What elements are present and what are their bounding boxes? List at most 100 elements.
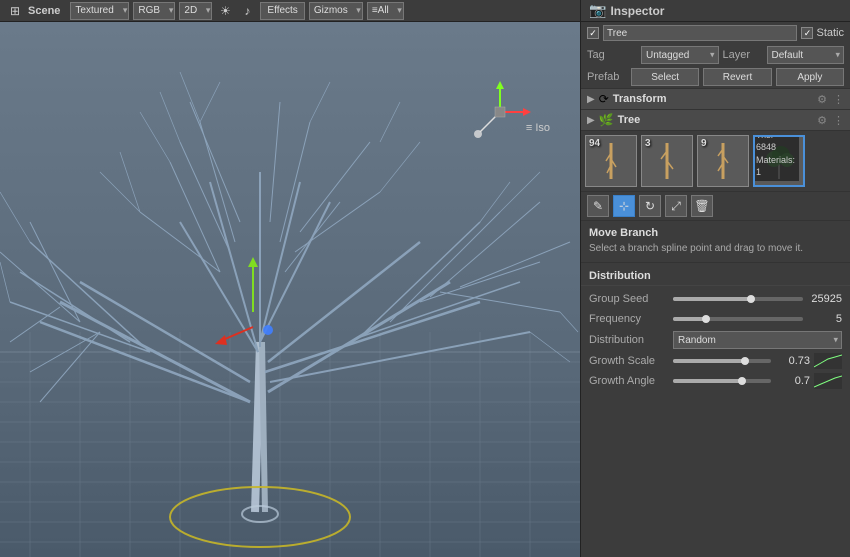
tree-settings-icon[interactable]: ⚙ xyxy=(817,114,827,127)
thumbnail-4[interactable]: Verts: 4903 Tris: 6848 Materials: 1 xyxy=(753,135,805,187)
shading-select-wrap[interactable]: Textured xyxy=(70,2,129,20)
growth-scale-slider[interactable] xyxy=(673,359,771,363)
growth-angle-label: Growth Angle xyxy=(589,375,669,387)
audio-icon[interactable]: ♪ xyxy=(238,2,256,20)
group-seed-slider-wrap: 25925 xyxy=(673,293,842,305)
static-checkbox[interactable] xyxy=(801,27,813,39)
transform-more-icon[interactable]: ⋮ xyxy=(833,93,844,106)
transform-title: Transform xyxy=(613,93,667,105)
group-seed-label: Group Seed xyxy=(589,293,669,305)
transform-settings-icon[interactable]: ⚙ xyxy=(817,93,827,106)
select-button[interactable]: Select xyxy=(631,68,699,86)
tree-more-icon[interactable]: ⋮ xyxy=(833,114,844,127)
group-seed-row: Group Seed 25925 xyxy=(581,289,850,309)
distribution-section: Distribution Group Seed 25925 Frequency … xyxy=(581,263,850,395)
tree-arrow-icon: ▶ xyxy=(587,115,595,126)
move-branch-title: Move Branch xyxy=(589,227,842,239)
static-label-wrap: Static xyxy=(801,27,844,39)
render-select[interactable]: ≡All xyxy=(367,2,404,20)
tag-select-wrap[interactable]: Untagged xyxy=(641,46,719,64)
thumb-num-1: 94 xyxy=(589,138,600,149)
scene-title: Scene xyxy=(28,5,60,17)
tris-text: Tris: 6848 xyxy=(756,135,795,154)
thumb-num-3: 9 xyxy=(701,138,707,149)
inspector-title: Inspector xyxy=(610,4,664,18)
gizmo-widget[interactable] xyxy=(465,77,535,147)
toolbar-icon-1[interactable]: ✎ xyxy=(587,195,609,217)
transform-move-icon: ⟳ xyxy=(599,92,609,106)
growth-scale-slider-wrap: 0.73 xyxy=(673,353,842,369)
color-select-wrap[interactable]: RGB xyxy=(133,2,175,20)
toolbar-icon-4[interactable]: ⤢ xyxy=(665,195,687,217)
object-name-input[interactable] xyxy=(603,25,797,41)
object-name-row: Static xyxy=(581,22,850,44)
toolbar-icon-5[interactable]: 🗑 xyxy=(691,195,713,217)
tree-icon-toolbar: ✎ ⊹ ↻ ⤢ 🗑 xyxy=(581,191,850,221)
materials-text: Materials: 1 xyxy=(756,154,795,179)
distribution-select[interactable]: Random xyxy=(673,331,842,349)
shading-select[interactable]: Textured xyxy=(70,2,129,20)
layer-label: Layer xyxy=(723,49,763,61)
frequency-row: Frequency 5 xyxy=(581,309,850,329)
render-select-wrap[interactable]: ≡All xyxy=(367,2,404,20)
frequency-value: 5 xyxy=(807,313,842,325)
scene-icon1[interactable]: ☀ xyxy=(216,2,234,20)
growth-scale-curve[interactable] xyxy=(814,353,842,369)
growth-angle-slider-wrap: 0.7 xyxy=(673,373,842,389)
distribution-param-label: Distribution xyxy=(589,334,669,346)
frequency-slider[interactable] xyxy=(673,317,803,321)
dimension-select-wrap[interactable]: 2D xyxy=(179,2,212,20)
iso-label: ≡ Iso xyxy=(526,122,550,134)
thumbnails-area: 94 3 9 xyxy=(581,131,850,191)
tree-section-title: Tree xyxy=(618,114,641,126)
verts-info: Verts: 4903 Tris: 6848 Materials: 1 xyxy=(753,135,799,181)
toolbar-icon-2[interactable]: ⊹ xyxy=(613,195,635,217)
static-text: Static xyxy=(816,27,844,39)
distribution-select-wrap[interactable]: Random xyxy=(673,331,842,349)
scene-toolbar: ⊞ Scene Textured RGB 2D ☀ ♪ Effects Gizm… xyxy=(0,0,580,22)
scene-viewport[interactable]: ≡ Iso xyxy=(0,22,580,557)
iso-menu-icon: ≡ xyxy=(526,122,532,134)
revert-button[interactable]: Revert xyxy=(703,68,771,86)
tag-layer-row: Tag Untagged Layer Default xyxy=(581,44,850,66)
transform-arrow-icon: ▶ xyxy=(587,94,595,105)
thumbnail-1[interactable]: 94 xyxy=(585,135,637,187)
gizmos-select[interactable]: Gizmos xyxy=(309,2,363,20)
prefab-row: Prefab Select Revert Apply xyxy=(581,66,850,88)
effects-button[interactable]: Effects xyxy=(260,2,304,20)
object-active-checkbox[interactable] xyxy=(587,27,599,39)
gizmos-select-wrap[interactable]: Gizmos xyxy=(309,2,363,20)
growth-angle-value: 0.7 xyxy=(775,375,810,387)
group-seed-value: 25925 xyxy=(807,293,842,305)
tree-component-icon: 🌿 xyxy=(599,113,614,127)
thumb-num-2: 3 xyxy=(645,138,651,149)
growth-angle-slider[interactable] xyxy=(673,379,771,383)
growth-scale-label: Growth Scale xyxy=(589,355,669,367)
group-seed-slider[interactable] xyxy=(673,297,803,301)
scene-grid-icon: ⊞ xyxy=(6,2,24,20)
toolbar-icon-3[interactable]: ↻ xyxy=(639,195,661,217)
color-select[interactable]: RGB xyxy=(133,2,175,20)
tag-select[interactable]: Untagged xyxy=(641,46,719,64)
distribution-header: Distribution xyxy=(581,267,850,286)
growth-scale-row: Growth Scale 0.73 xyxy=(581,351,850,371)
apply-button[interactable]: Apply xyxy=(776,68,844,86)
growth-angle-row: Growth Angle 0.7 xyxy=(581,371,850,391)
thumbnail-3[interactable]: 9 xyxy=(697,135,749,187)
growth-angle-curve[interactable] xyxy=(814,373,842,389)
inspector-panel: 📷 Inspector Static Tag Untagged Layer De… xyxy=(580,0,850,557)
inspector-camera-icon: 📷 xyxy=(589,2,606,19)
thumbnail-2[interactable]: 3 xyxy=(641,135,693,187)
frequency-label: Frequency xyxy=(589,313,669,325)
distribution-row: Distribution Random xyxy=(581,329,850,351)
move-branch-desc: Select a branch spline point and drag to… xyxy=(589,242,842,256)
layer-select-wrap[interactable]: Default xyxy=(767,46,845,64)
prefab-label: Prefab xyxy=(587,71,627,83)
layer-select[interactable]: Default xyxy=(767,46,845,64)
tag-label: Tag xyxy=(587,49,637,61)
inspector-header: 📷 Inspector xyxy=(581,0,850,22)
transform-section-header: ▶ ⟳ Transform ⚙ ⋮ xyxy=(581,88,850,110)
frequency-slider-wrap: 5 xyxy=(673,313,842,325)
growth-scale-value: 0.73 xyxy=(775,355,810,367)
dimension-select[interactable]: 2D xyxy=(179,2,212,20)
